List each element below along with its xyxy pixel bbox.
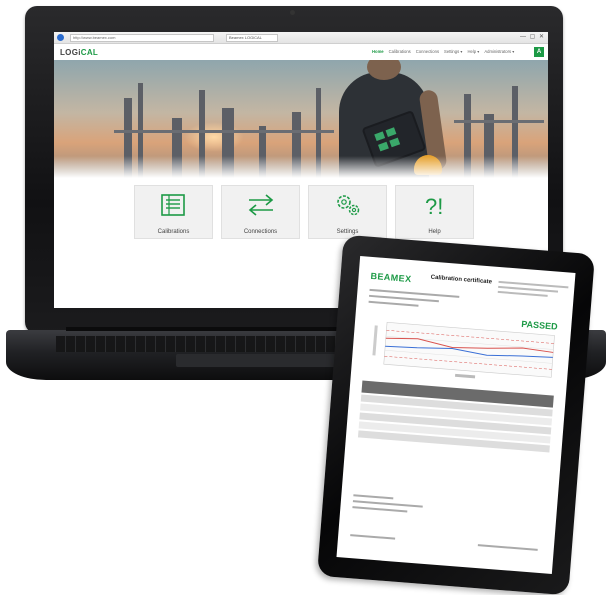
tile-connections-label: Connections bbox=[243, 229, 278, 235]
certificate-title: Calibration certificate bbox=[430, 274, 493, 286]
certificate-meta bbox=[497, 280, 569, 301]
logical-logo[interactable]: LOGiCAL bbox=[60, 48, 98, 57]
hero-sunlight bbox=[184, 122, 244, 152]
question-exclamation-icon: ?! bbox=[425, 194, 443, 218]
hero-image bbox=[54, 60, 548, 178]
logo-suffix: CAL bbox=[80, 48, 99, 57]
logo-prefix: LOGi bbox=[60, 48, 81, 57]
nav-calibrations[interactable]: Calibrations bbox=[389, 49, 411, 54]
refinery-pipe bbox=[114, 130, 334, 133]
beamex-logo: BEAMEX bbox=[370, 270, 412, 285]
address-bar[interactable]: http://www.beamex.com bbox=[70, 34, 214, 42]
webcam bbox=[290, 10, 295, 15]
gears-icon bbox=[337, 195, 360, 216]
svg-text:?!: ?! bbox=[425, 194, 443, 218]
tile-calibrations-label: Calibrations bbox=[157, 229, 190, 235]
nav-settings[interactable]: Settings ▾ bbox=[444, 49, 462, 54]
browser-back-icon[interactable] bbox=[57, 34, 64, 41]
refinery-pipe bbox=[454, 120, 544, 123]
tile-settings-label: Settings bbox=[336, 229, 359, 235]
window-controls[interactable]: — ▢ ✕ bbox=[520, 33, 545, 41]
list-icon bbox=[161, 194, 185, 216]
nav-help[interactable]: Help ▾ bbox=[467, 49, 479, 54]
browser-tab[interactable]: Beamex LOGiCAL bbox=[226, 34, 278, 42]
arrows-exchange-icon bbox=[248, 194, 274, 216]
account-button[interactable]: A bbox=[534, 47, 544, 57]
tile-calibrations[interactable]: Calibrations bbox=[134, 185, 213, 239]
tile-help[interactable]: ?! Help bbox=[395, 185, 474, 239]
tile-connections[interactable]: Connections bbox=[221, 185, 300, 239]
tablet-screen: BEAMEX Calibration certificate PASSED bbox=[336, 255, 576, 575]
nav-home[interactable]: Home bbox=[372, 49, 384, 54]
browser-toolbar: http://www.beamex.com Beamex LOGiCAL — ▢… bbox=[54, 32, 548, 44]
laptop-touchpad bbox=[176, 354, 336, 367]
main-nav: Home Calibrations Connections Settings ▾… bbox=[372, 49, 514, 54]
tablet: BEAMEX Calibration certificate PASSED bbox=[316, 234, 596, 595]
nav-administrators[interactable]: Administrators ▾ bbox=[484, 49, 514, 54]
tile-settings[interactable]: Settings bbox=[308, 185, 387, 239]
site-header: LOGiCAL Home Calibrations Connections Se… bbox=[54, 44, 548, 60]
quick-access-tiles: Calibrations Connections Settings ?! Hel… bbox=[134, 185, 474, 239]
tile-help-label: Help bbox=[428, 229, 441, 235]
nav-connections[interactable]: Connections bbox=[416, 49, 439, 54]
